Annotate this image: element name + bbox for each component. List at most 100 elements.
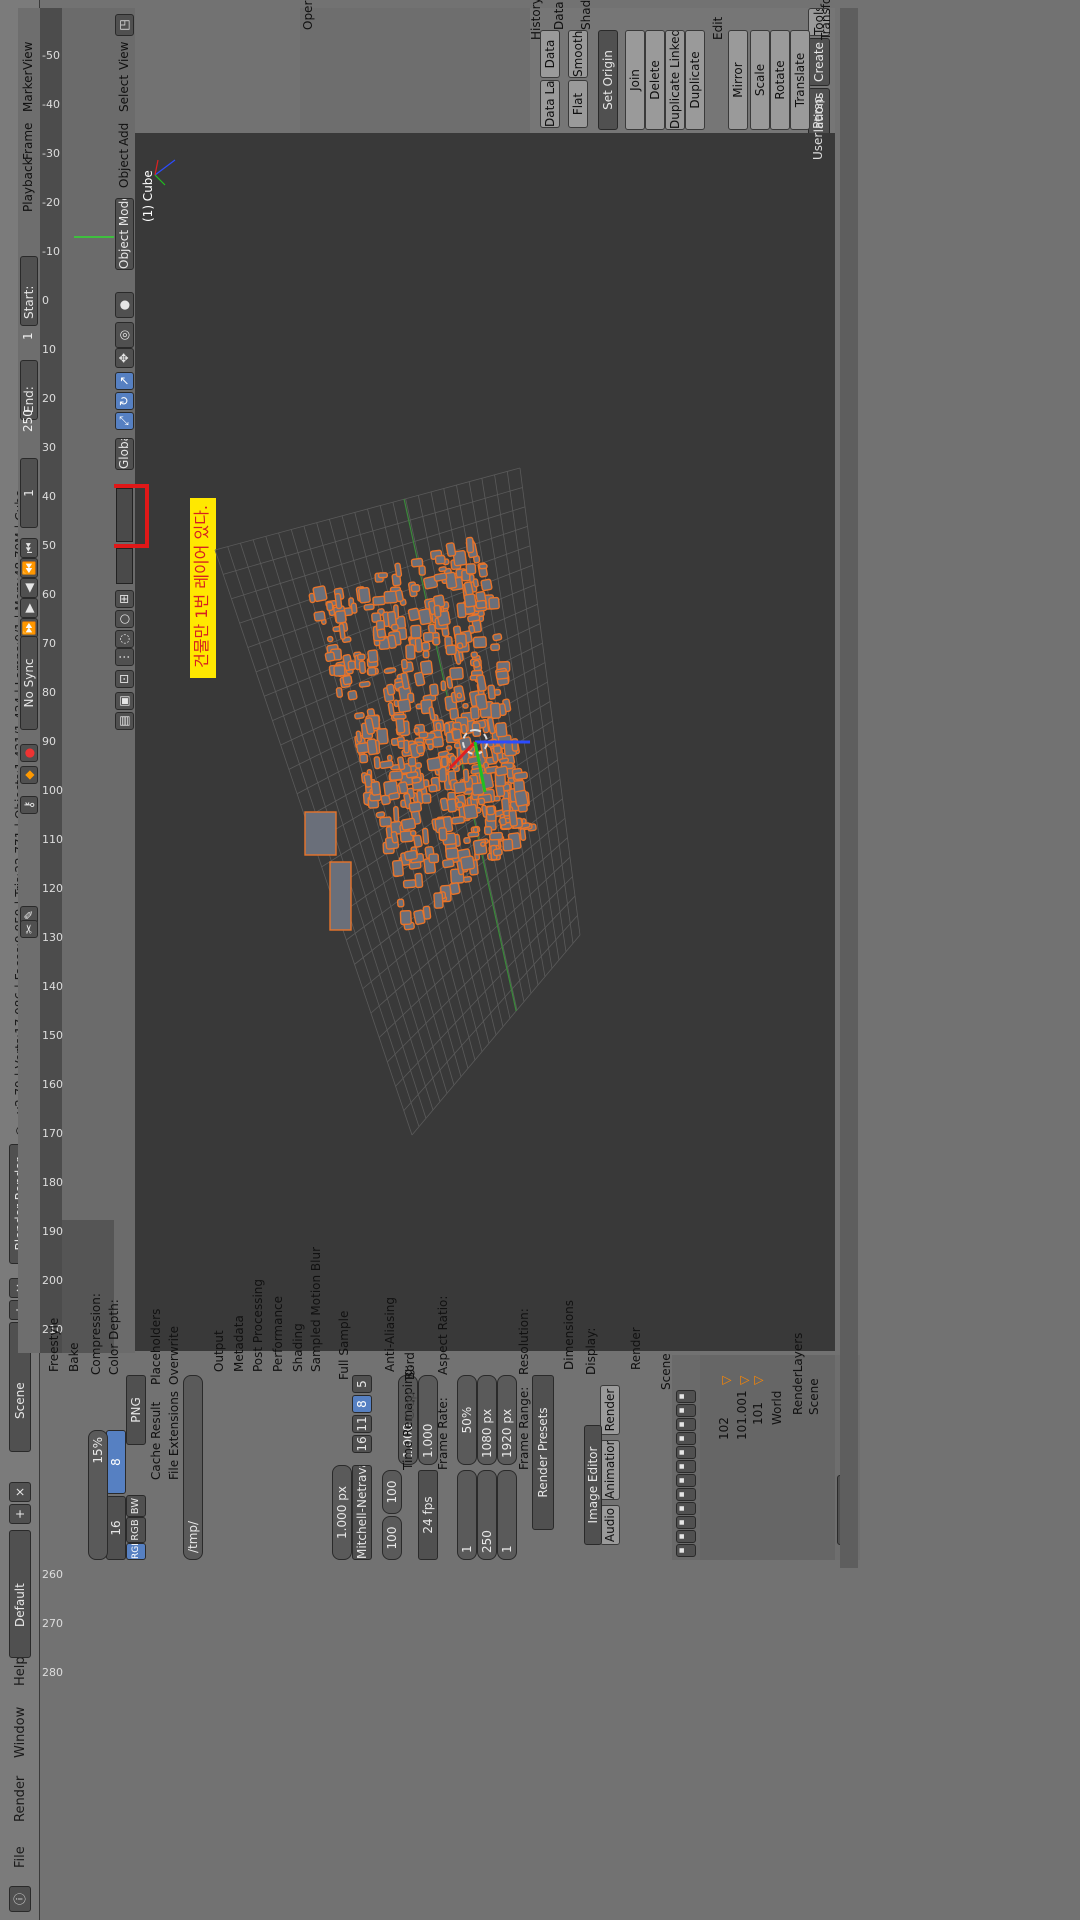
rotate-button[interactable]: Rotate	[770, 30, 790, 130]
cache-result-checkbox[interactable]: Cache Result	[149, 1402, 163, 1480]
proportional-icon[interactable]: ○	[115, 610, 134, 628]
mirror-button[interactable]: Mirror	[728, 30, 748, 130]
edit-header[interactable]: Edit	[711, 17, 725, 40]
delete-button[interactable]: Delete	[645, 30, 665, 130]
lock-icon[interactable]: ⊞	[115, 590, 134, 608]
shading-icon[interactable]: ●	[115, 292, 134, 318]
world-tab-icon[interactable]: ▪	[676, 1432, 696, 1445]
output-header[interactable]: Output	[212, 1330, 226, 1372]
bake-header[interactable]: Bake	[67, 1343, 81, 1373]
start-frame-value[interactable]: 1	[21, 332, 35, 340]
layer-buttons-group2[interactable]	[116, 548, 133, 584]
menu-frame[interactable]: Frame	[21, 123, 35, 160]
duplicate-linked-button[interactable]: Duplicate Linked	[665, 30, 685, 130]
texture-tab-icon[interactable]: ▪	[676, 1516, 696, 1529]
pivot-icon[interactable]: ◎	[115, 322, 134, 348]
dimensions-header[interactable]: Dimensions	[562, 1300, 576, 1370]
snap-target-icon[interactable]: ⋮	[115, 648, 134, 666]
keyframe-icon[interactable]: ◆	[20, 766, 38, 784]
menu-file[interactable]: File	[13, 1846, 28, 1868]
opengl-render-icon[interactable]: ▣	[115, 692, 134, 710]
prev-key-icon[interactable]: ⏪	[20, 558, 38, 578]
bw-button[interactable]: BW	[126, 1495, 146, 1517]
record-icon[interactable]: ●	[20, 744, 38, 762]
filter-size-field[interactable]: 1.000 px	[332, 1465, 352, 1560]
anti-aliasing-header[interactable]: Anti-Aliasing	[383, 1297, 397, 1372]
render-presets-selector[interactable]: Render Presets	[532, 1375, 554, 1530]
set-origin-button[interactable]: Set Origin	[598, 30, 618, 130]
data-button[interactable]: Data	[540, 30, 560, 78]
scale-manip-icon[interactable]: ⤢	[115, 412, 134, 430]
tool-tab-create[interactable]: Create	[808, 38, 830, 86]
layout-add-button[interactable]: +	[9, 1504, 31, 1524]
aa-samples-5[interactable]: 5	[352, 1375, 372, 1393]
remap-new-field[interactable]: 100	[382, 1516, 402, 1560]
layout-selector[interactable]: Default	[9, 1530, 31, 1658]
translate-button[interactable]: Translate	[790, 30, 810, 130]
timeline-area[interactable]	[62, 8, 114, 1353]
menu-select[interactable]: Select	[117, 75, 131, 112]
keying-set-icon[interactable]: ⚷	[20, 796, 38, 814]
flat-button[interactable]: Flat	[568, 80, 588, 128]
motion-blur-header[interactable]: Sampled Motion Blur	[309, 1247, 323, 1372]
file-extensions-checkbox[interactable]: File Extensions	[167, 1391, 181, 1480]
metadata-header[interactable]: Metadata	[232, 1315, 246, 1372]
menu-window[interactable]: Window	[13, 1707, 28, 1758]
physics-tab-icon[interactable]: ▪	[676, 1544, 696, 1557]
menu-view[interactable]: View	[21, 42, 35, 70]
material-tab-icon[interactable]: ▪	[676, 1502, 696, 1515]
transform-header[interactable]: Transform	[819, 0, 833, 40]
resolution-percentage[interactable]: 50%	[457, 1375, 477, 1465]
snap-icon[interactable]: ◌	[115, 630, 134, 648]
performance-header[interactable]: Performance	[271, 1296, 285, 1372]
display-selector[interactable]: Image Editor	[584, 1425, 602, 1545]
full-sample-checkbox[interactable]: Full Sample	[337, 1311, 351, 1380]
jump-start-icon[interactable]: ⏮	[20, 538, 38, 558]
menu-help[interactable]: Help	[13, 1656, 28, 1686]
operator-header[interactable]: Operator	[301, 0, 315, 30]
timeline-ruler[interactable]	[40, 8, 62, 1353]
orientation-selector[interactable]: Global	[115, 438, 134, 470]
editor-type-icon[interactable]: ⓘ	[9, 1886, 31, 1912]
overwrite-checkbox[interactable]: Overwrite	[167, 1326, 181, 1385]
translate-manip-icon[interactable]: ↗	[115, 372, 134, 390]
remap-old-field[interactable]: 100	[382, 1470, 402, 1514]
scene-tab-icon[interactable]: ▪	[676, 1418, 696, 1431]
layer-buttons-group1[interactable]	[116, 488, 133, 542]
menu-object[interactable]: Object	[117, 149, 131, 188]
shading-header[interactable]: Shading	[291, 1323, 305, 1372]
border-checkbox[interactable]: Bord	[403, 1352, 417, 1380]
outliner-item[interactable]: 102	[717, 1417, 731, 1440]
snap-element-icon[interactable]: ⊡	[115, 670, 134, 688]
constraints-tab-icon[interactable]: ▪	[676, 1460, 696, 1473]
render-button[interactable]: Render	[600, 1385, 620, 1435]
render-header[interactable]: Render	[629, 1327, 643, 1370]
start-frame-field[interactable]: Start:	[20, 256, 38, 326]
menu-marker[interactable]: Marker	[21, 71, 35, 112]
data-layout-button[interactable]: Data Layo	[540, 80, 560, 128]
outliner-item[interactable]: World	[770, 1391, 784, 1425]
manipulator-icon[interactable]: ✥	[115, 348, 134, 368]
modifiers-tab-icon[interactable]: ▪	[676, 1474, 696, 1487]
outliner-item[interactable]: 101	[751, 1402, 765, 1425]
rotate-manip-icon[interactable]: ↻	[115, 392, 134, 410]
object-tab-icon[interactable]: ▪	[676, 1446, 696, 1459]
compression-field[interactable]: 15%	[88, 1430, 108, 1560]
menu-add[interactable]: Add	[117, 123, 131, 146]
menu-render[interactable]: Render	[13, 1776, 28, 1822]
outliner-item[interactable]: RenderLayers	[791, 1333, 805, 1415]
outliner-item[interactable]: 101.001	[735, 1390, 749, 1440]
animation-button[interactable]: Animation	[600, 1440, 620, 1500]
output-path-field[interactable]: /tmp/	[183, 1375, 203, 1560]
layers-tab-icon[interactable]: ▪	[676, 1404, 696, 1417]
aa-filter-selector[interactable]: Mitchell-Netravali	[352, 1465, 372, 1560]
start-frame-field[interactable]: 1	[497, 1470, 517, 1560]
depth-8-button[interactable]: 8	[106, 1430, 126, 1494]
frame-step-field[interactable]: 1	[457, 1470, 477, 1560]
outliner-item[interactable]: Scene	[807, 1378, 821, 1415]
editor-type-icon[interactable]: ◳	[115, 14, 134, 36]
placeholders-checkbox[interactable]: Placeholders	[149, 1309, 163, 1385]
end-frame-field[interactable]: 250	[477, 1470, 497, 1560]
resolution-x-field[interactable]: 1920 px	[497, 1375, 517, 1465]
post-processing-header[interactable]: Post Processing	[251, 1279, 265, 1372]
